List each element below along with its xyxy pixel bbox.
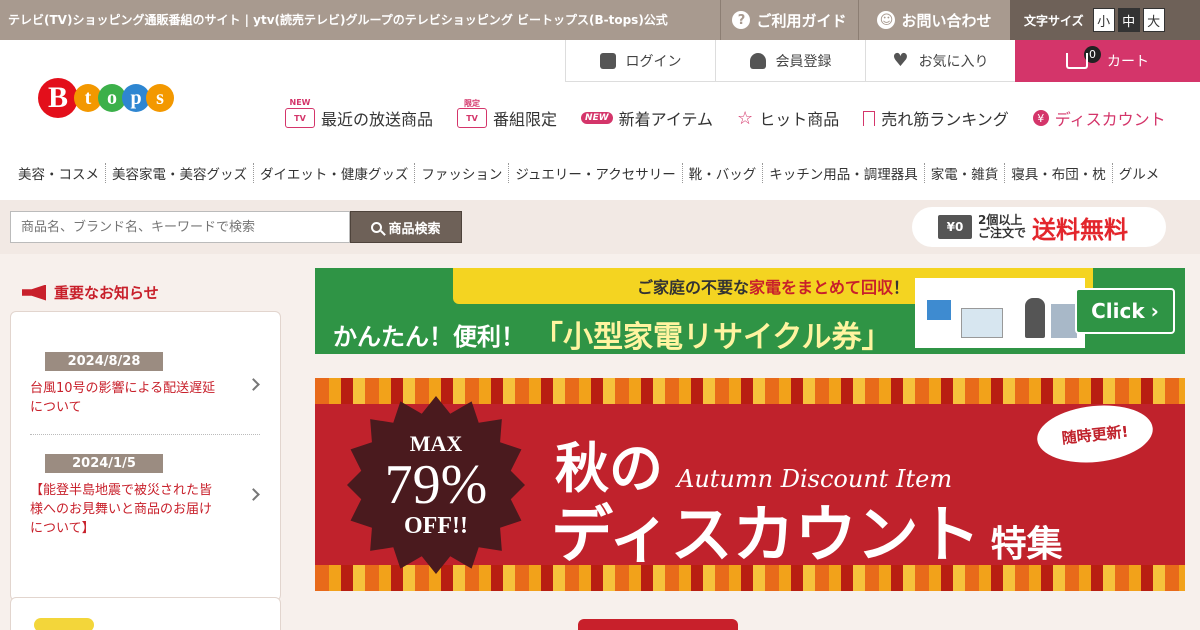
side-box bbox=[10, 597, 281, 630]
recycle-highlight: 家電をまとめて回収 bbox=[748, 278, 893, 297]
burst-max: MAX bbox=[409, 430, 463, 456]
yen-icon: ¥ bbox=[1032, 110, 1049, 126]
register-label: 会員登録 bbox=[775, 53, 832, 70]
favorites-label: お気に入り bbox=[918, 53, 989, 70]
user-icon bbox=[749, 52, 766, 69]
new-pill-icon: NEW bbox=[581, 112, 613, 124]
favorites-button[interactable]: ♥ お気に入り bbox=[865, 40, 1015, 82]
nav-limited-label: 番組限定 bbox=[493, 110, 558, 129]
nav-new-items[interactable]: NEW 新着アイテム bbox=[581, 106, 713, 130]
bookmark-icon bbox=[863, 110, 876, 126]
chevron-right-icon bbox=[247, 488, 260, 501]
side-box-tab bbox=[34, 618, 94, 630]
shipping-free-label: 送料無料 bbox=[1032, 215, 1129, 244]
recycle-banner[interactable]: ご家庭の不要な 家電をまとめて回収！ かんたん！便利！ 「小型家電リサイクル券」 … bbox=[315, 268, 1185, 354]
truck-icon: ¥0 bbox=[938, 215, 972, 239]
logo-letter-s: s bbox=[146, 84, 174, 112]
font-size-medium-button[interactable]: 中 bbox=[1117, 8, 1140, 32]
nav-hits-label: ヒット商品 bbox=[759, 110, 840, 129]
discount-burst: MAX 79% OFF!! bbox=[347, 396, 525, 574]
maple-leaves-decoration bbox=[315, 378, 1185, 404]
tv-limited-icon: 限定 TV bbox=[457, 99, 488, 128]
category-gourmet[interactable]: グルメ bbox=[1113, 163, 1166, 183]
category-kitchen[interactable]: キッチン用品・調理器具 bbox=[763, 163, 925, 183]
font-size-selector: 文字サイズ 小 中 大 bbox=[1010, 0, 1200, 40]
autumn-discount-banner[interactable]: MAX 79% OFF!! 秋の Autumn Discount Item ディ… bbox=[315, 378, 1185, 591]
category-beauty-cosmetics[interactable]: 美容・コスメ bbox=[0, 163, 106, 183]
site-tagline: テレビ(TV)ショッピング通販番組のサイト | ytv(読売テレビ)グループのテ… bbox=[8, 13, 668, 27]
contact-link[interactable]: ☺ お問い合わせ bbox=[858, 0, 1010, 40]
lock-icon bbox=[599, 52, 616, 69]
category-beauty-appliances[interactable]: 美容家電・美容グッズ bbox=[106, 163, 254, 183]
notice-heading-label: 重要なお知らせ bbox=[54, 284, 159, 302]
free-shipping-badge: ¥0 2個以上 ご注文で 送料無料 bbox=[912, 207, 1166, 247]
nav-ranking[interactable]: 売れ筋ランキング bbox=[863, 106, 1009, 130]
nav-recent-label: 最近の放送商品 bbox=[321, 110, 434, 129]
nav-recent-broadcast[interactable]: NEW TV 最近の放送商品 bbox=[285, 98, 434, 130]
nav-hit-items[interactable]: ☆ ヒット商品 bbox=[737, 106, 839, 130]
notice-text: 【能登半島地震で被災された皆様へのお見舞いと商品のお届けについて】 bbox=[30, 483, 213, 536]
smile-icon: ☺ bbox=[877, 11, 896, 29]
category-nav: 美容・コスメ 美容家電・美容グッズ ダイエット・健康グッズ ファッション ジュエ… bbox=[0, 160, 1200, 186]
font-size-label: 文字サイズ bbox=[1024, 13, 1084, 28]
tv-new-icon: NEW TV bbox=[285, 98, 315, 128]
nav-discount[interactable]: ¥ ディスカウント bbox=[1032, 106, 1166, 130]
burst-percent: 79% bbox=[384, 453, 488, 516]
appliance-illustration bbox=[915, 278, 1085, 348]
chevron-right-icon bbox=[247, 378, 260, 391]
logo-letter-b: B bbox=[38, 78, 78, 118]
notice-item[interactable]: 2024/8/28 台風10号の影響による配送遅延について bbox=[30, 350, 260, 417]
btops-logo[interactable]: B t o p s bbox=[38, 78, 174, 118]
guide-label: ご利用ガイド bbox=[756, 11, 847, 30]
register-button[interactable]: 会員登録 bbox=[715, 40, 865, 82]
burst-off: OFF!! bbox=[404, 512, 468, 539]
category-shoes-bags[interactable]: 靴・バッグ bbox=[683, 163, 764, 183]
category-diet-health[interactable]: ダイエット・健康グッズ bbox=[254, 163, 416, 183]
category-appliances-goods[interactable]: 家電・雑貨 bbox=[925, 163, 1006, 183]
main-nav: NEW TV 最近の放送商品 限定 TV 番組限定 NEW 新着アイテム ☆ ヒット… bbox=[285, 98, 1166, 130]
question-icon: ? bbox=[732, 11, 751, 29]
autumn-title-line2: ディスカウント 特集 bbox=[551, 498, 1063, 571]
star-icon: ☆ bbox=[737, 107, 754, 129]
nav-new-items-label: 新着アイテム bbox=[618, 110, 714, 129]
notice-heading: 重要なお知らせ bbox=[22, 282, 159, 303]
notice-item[interactable]: 2024/1/5 【能登半島地震で被災された皆様へのお見舞いと商品のお届けについ… bbox=[30, 452, 260, 538]
login-button[interactable]: ログイン bbox=[565, 40, 715, 82]
chevron-right-icon: › bbox=[1150, 299, 1159, 323]
heart-icon: ♥ bbox=[892, 49, 909, 71]
cart-label: カート bbox=[1107, 54, 1149, 70]
search-input[interactable] bbox=[10, 211, 350, 243]
megaphone-icon bbox=[22, 284, 46, 301]
category-bedding[interactable]: 寝具・布団・枕 bbox=[1005, 163, 1113, 183]
nav-program-limited[interactable]: 限定 TV 番組限定 bbox=[457, 99, 558, 130]
search-button[interactable]: 商品検索 bbox=[350, 211, 462, 243]
cart-button[interactable]: 0 カート bbox=[1015, 40, 1200, 82]
recycle-banner-main: かんたん！便利！ 「小型家電リサイクル券」 bbox=[333, 320, 892, 354]
nav-ranking-label: 売れ筋ランキング bbox=[881, 110, 1009, 129]
guide-link[interactable]: ? ご利用ガイド bbox=[720, 0, 858, 40]
update-bubble: 随時更新! bbox=[1034, 400, 1156, 468]
recycle-click-button[interactable]: Click › bbox=[1075, 288, 1175, 334]
login-label: ログイン bbox=[625, 53, 682, 70]
notice-date: 2024/8/28 bbox=[45, 352, 163, 371]
font-size-large-button[interactable]: 大 bbox=[1142, 8, 1165, 32]
contact-label: お問い合わせ bbox=[901, 11, 992, 30]
search-icon bbox=[371, 221, 383, 233]
notice-divider bbox=[30, 434, 260, 435]
shipping-condition: 2個以上 ご注文で bbox=[978, 213, 1027, 240]
notice-text: 台風10号の影響による配送遅延について bbox=[30, 381, 216, 415]
section-tab bbox=[578, 619, 738, 630]
category-jewelry[interactable]: ジュエリー・アクセサリー bbox=[509, 163, 683, 183]
category-fashion[interactable]: ファッション bbox=[415, 163, 510, 183]
font-size-small-button[interactable]: 小 bbox=[1092, 8, 1115, 32]
nav-discount-label: ディスカウント bbox=[1054, 110, 1166, 129]
notice-date: 2024/1/5 bbox=[45, 454, 163, 473]
cart-icon bbox=[1066, 53, 1088, 69]
search-button-label: 商品検索 bbox=[388, 221, 441, 237]
